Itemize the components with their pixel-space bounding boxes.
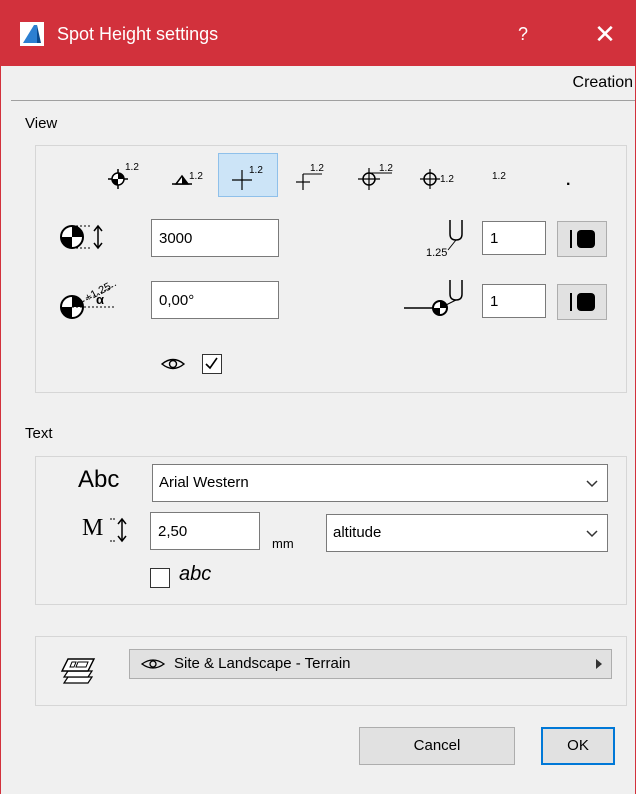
marker-size-icon bbox=[60, 224, 103, 250]
close-button[interactable]: ✕ bbox=[581, 16, 629, 52]
marker-style-8-button[interactable]: . bbox=[538, 153, 598, 197]
marker-visible-checkbox[interactable] bbox=[202, 354, 222, 374]
text-style-select-value: altitude bbox=[333, 524, 382, 541]
text-style-select[interactable]: altitude bbox=[326, 514, 608, 552]
archicad-logo-icon bbox=[20, 22, 44, 46]
creation-tab[interactable]: Creation bbox=[573, 74, 633, 92]
marker-style-3-button[interactable]: 1.2 bbox=[218, 153, 278, 197]
marker-pen-color-button[interactable] bbox=[557, 284, 607, 320]
marker-style-3-label: 1.2 bbox=[249, 165, 263, 176]
text-size-icon: M bbox=[82, 513, 134, 547]
marker-style-2-label: 1.2 bbox=[189, 171, 203, 182]
marker-style-7-button[interactable]: 1.2 bbox=[472, 153, 532, 197]
marker-size-input[interactable] bbox=[151, 219, 279, 257]
text-pen-icon-label: 1.25 bbox=[426, 247, 447, 258]
marker-circle-cross-icon: 1.2 bbox=[358, 163, 393, 190]
marker-style-6-button[interactable]: 1.2 bbox=[410, 153, 470, 197]
layers-icon bbox=[60, 658, 96, 684]
marker-cross-underline-icon: 1.2 bbox=[296, 163, 324, 190]
dialog-window: Spot Height settings ? ✕ Creation View 1… bbox=[0, 0, 636, 794]
pen-bar-icon bbox=[569, 293, 572, 311]
text-pen-input[interactable] bbox=[482, 221, 546, 255]
marker-dot-icon: . bbox=[566, 172, 570, 189]
marker-style-7-label: 1.2 bbox=[492, 171, 506, 182]
font-select[interactable]: Arial Western bbox=[152, 464, 608, 502]
marker-pen-icon bbox=[404, 280, 463, 316]
marker-style-8-label: . bbox=[566, 172, 570, 189]
text-pen-icon: 1.25 bbox=[426, 220, 463, 258]
italic-checkbox[interactable] bbox=[150, 568, 170, 588]
marker-angle-input[interactable] bbox=[151, 281, 279, 319]
marker-text-only-icon: 1.2 bbox=[492, 171, 506, 182]
marker-style-5-button[interactable]: 1.2 bbox=[348, 153, 408, 197]
marker-style-1-button[interactable]: 1.2 bbox=[96, 153, 156, 197]
size-arrows-icon bbox=[110, 517, 127, 543]
cancel-button[interactable]: Cancel bbox=[359, 727, 515, 765]
eye-icon bbox=[140, 659, 166, 669]
text-pen-color-button[interactable] bbox=[557, 221, 607, 257]
marker-style-1-label: 1.2 bbox=[125, 162, 139, 173]
eye-icon bbox=[160, 358, 186, 370]
text-size-icon-label: M bbox=[82, 515, 104, 541]
marker-circle-cross-inline-icon: 1.2 bbox=[420, 169, 454, 189]
font-select-value: Arial Western bbox=[159, 474, 249, 491]
svg-text:α: α bbox=[96, 292, 104, 307]
marker-angle-icon: +1.25 α bbox=[60, 281, 117, 319]
chevron-down-icon bbox=[586, 530, 598, 538]
layer-select-value: Site & Landscape - Terrain bbox=[174, 655, 351, 672]
pen-bar-icon bbox=[569, 230, 572, 248]
text-size-unit: mm bbox=[272, 536, 294, 551]
dialog-title: Spot Height settings bbox=[57, 24, 219, 44]
help-button[interactable]: ? bbox=[501, 16, 545, 52]
chevron-down-icon bbox=[586, 480, 598, 488]
italic-icon: abc bbox=[179, 563, 212, 585]
marker-cross-icon: 1.2 bbox=[232, 165, 263, 190]
marker-pen-input[interactable] bbox=[482, 284, 546, 318]
marker-triangle-icon: 1.2 bbox=[172, 171, 203, 185]
pen-color-swatch bbox=[576, 230, 595, 248]
text-group: Abc Arial Western M mm altitude abc bbox=[35, 456, 627, 605]
title-bar: Spot Height settings ? ✕ bbox=[1, 0, 636, 66]
checkmark-icon bbox=[205, 357, 218, 370]
pen-color-swatch bbox=[576, 293, 595, 311]
marker-style-2-button[interactable]: 1.2 bbox=[160, 153, 220, 197]
marker-circle-filled-icon: 1.2 bbox=[108, 162, 139, 189]
text-section-label: Text bbox=[25, 425, 53, 442]
view-section-label: View bbox=[25, 115, 58, 132]
marker-style-4-button[interactable]: 1.2 bbox=[284, 153, 344, 197]
ok-button[interactable]: OK bbox=[541, 727, 615, 765]
layer-select[interactable]: Site & Landscape - Terrain bbox=[129, 649, 612, 679]
marker-style-6-label: 1.2 bbox=[440, 174, 454, 185]
chevron-right-icon bbox=[596, 659, 602, 669]
text-size-input[interactable] bbox=[150, 512, 260, 550]
marker-style-5-label: 1.2 bbox=[379, 163, 393, 174]
marker-style-4-label: 1.2 bbox=[310, 163, 324, 174]
view-group: 1.2 1.2 1.2 1.2 1.2 1.2 1.2 . 3000 1.25 … bbox=[35, 145, 627, 393]
header-divider bbox=[11, 100, 635, 101]
font-icon: Abc bbox=[78, 466, 120, 493]
